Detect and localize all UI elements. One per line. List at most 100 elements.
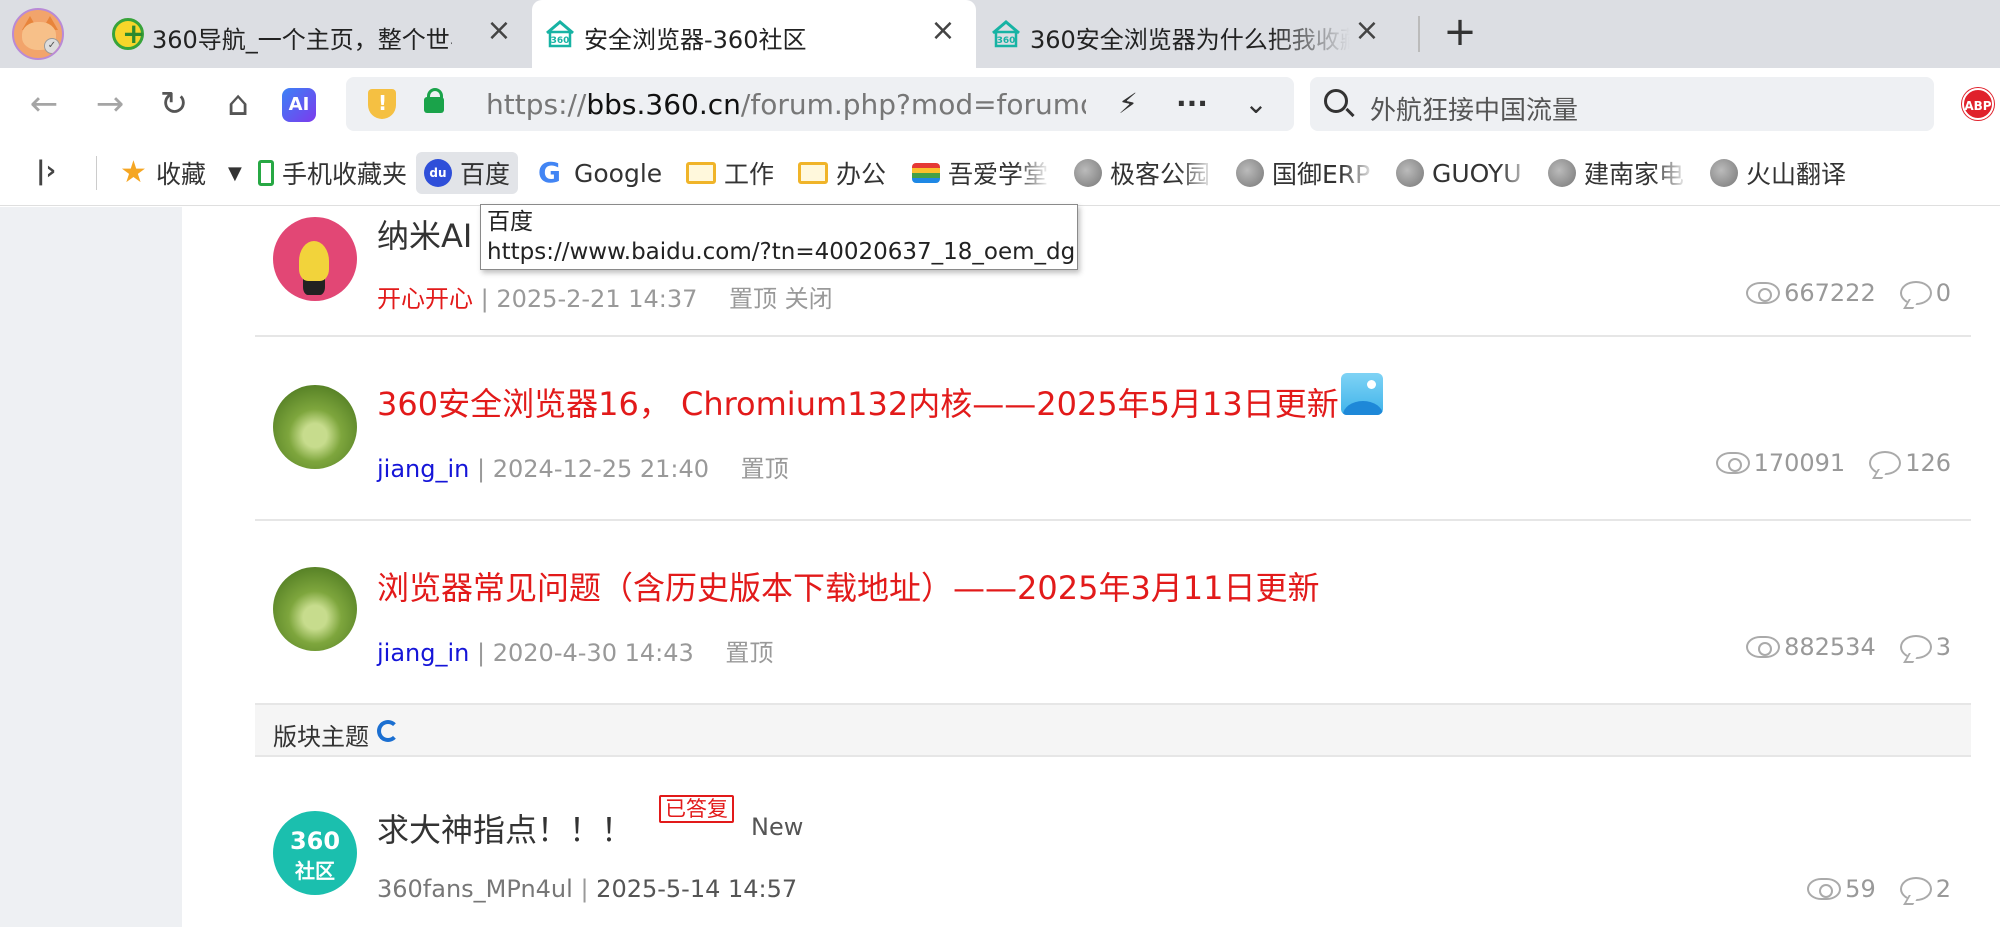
bookmarks-bar: |› ★ 收藏 ▼ 手机收藏夹 du 百度 G Google 工作 办公 吾爱学…: [0, 140, 2000, 206]
avatar[interactable]: [273, 567, 357, 651]
globe-icon: [1396, 159, 1424, 187]
reply-count: 2: [1935, 875, 1951, 903]
thread-row[interactable]: 浏览器常见问题（含历史版本下载地址）——2025年3月11日更新 jiang_i…: [255, 521, 1971, 703]
close-icon[interactable]: ×: [928, 16, 958, 46]
tooltip-title: 百度: [487, 209, 533, 235]
eye-icon: [1715, 452, 1750, 474]
bookmark-jiannan[interactable]: 建南家电: [1548, 152, 1688, 194]
refresh-icon[interactable]: [377, 720, 399, 742]
ai-assistant-button[interactable]: AI: [282, 88, 316, 122]
adblock-plus-icon[interactable]: ABP: [1962, 88, 1994, 120]
folder-icon: [686, 162, 716, 184]
more-icon[interactable]: ···: [1172, 85, 1212, 123]
eye-icon: [1746, 636, 1781, 658]
bookmark-guoyu-erp[interactable]: 国御ERP: [1236, 152, 1376, 194]
bookmark-label: 建南家电: [1584, 160, 1685, 189]
bookmark-geekpark[interactable]: 极客公园: [1074, 152, 1214, 194]
thread-stats: 59 2: [1807, 875, 1951, 903]
search-input[interactable]: 外航狂接中国流量: [1370, 90, 1578, 127]
new-tab-button[interactable]: +: [1440, 12, 1480, 52]
view-count: 59: [1845, 875, 1876, 903]
reload-button[interactable]: ↻: [154, 84, 194, 124]
thread-row[interactable]: 360 社区 求大神指点！！！ 已答复 New 360fans_MPn4ul |…: [255, 757, 1971, 927]
avatar[interactable]: [273, 385, 357, 469]
chevron-down-icon[interactable]: ⌄: [1236, 85, 1276, 123]
folder-icon: [798, 162, 828, 184]
url-text[interactable]: https://bbs.360.cn/forum.php?mod=forumdi: [486, 88, 1086, 121]
thread-stats: 170091 126: [1715, 449, 1951, 477]
url-path: /forum.php?mod=forumdi: [740, 88, 1086, 121]
address-bar[interactable]: https://bbs.360.cn/forum.php?mod=forumdi…: [346, 77, 1294, 131]
tab-360-browser-question[interactable]: 360 360安全浏览器为什么把我收藏 ×: [978, 0, 1388, 68]
bookmark-52pojie[interactable]: 吾爱学堂: [912, 152, 1050, 194]
bookmark-label: 百度: [460, 160, 511, 189]
avatar[interactable]: [273, 217, 357, 301]
bookmark-label: 办公: [836, 160, 887, 189]
tab-strip: ✓ 360导航_一个主页，整个世界 × 360 安全浏览器-360社区 × 36…: [0, 0, 2000, 68]
meta-separator: |: [580, 875, 589, 903]
post-date: 2024-12-25 21:40: [492, 455, 710, 483]
meta-separator: |: [477, 455, 486, 483]
google-icon: G: [538, 156, 561, 189]
author-link[interactable]: 开心开心: [377, 285, 473, 313]
comment-icon: [1899, 635, 1932, 659]
bookmark-guoyu[interactable]: GUOYU: [1396, 152, 1534, 194]
thread-meta: 360fans_MPn4ul | 2025-5-14 14:57: [377, 875, 797, 903]
thread-title[interactable]: 浏览器常见问题（含历史版本下载地址）——2025年3月11日更新: [377, 563, 1320, 609]
reply-count: 126: [1905, 449, 1951, 477]
avatar[interactable]: 360 社区: [273, 811, 357, 895]
thread-title[interactable]: 360安全浏览器16， Chromium132内核——2025年5月13日更新: [377, 379, 1339, 425]
answered-badge: 已答复: [659, 795, 734, 823]
thread-row[interactable]: 360安全浏览器16， Chromium132内核——2025年5月13日更新 …: [255, 337, 1971, 521]
bookmark-mobile-favorites[interactable]: 手机收藏夹: [258, 152, 407, 194]
bookmark-label: GUOYU: [1432, 158, 1522, 188]
tab-360-nav[interactable]: 360导航_一个主页，整个世界 ×: [100, 0, 528, 68]
thread-flags: 置顶: [740, 455, 789, 483]
lock-icon[interactable]: [424, 88, 444, 113]
close-icon[interactable]: ×: [484, 16, 514, 46]
bookmark-label: 手机收藏夹: [282, 160, 408, 189]
tab-title: 360导航_一个主页，整个世界: [152, 26, 452, 54]
forward-button[interactable]: →: [90, 84, 130, 124]
security-shield-icon[interactable]: [368, 89, 396, 119]
author-link[interactable]: jiang_in: [377, 639, 469, 667]
thread-meta: 开心开心 | 2025-2-21 14:37 置顶 关闭: [377, 279, 833, 314]
close-icon[interactable]: ×: [1352, 16, 1382, 46]
thread-title[interactable]: 纳米AI: [377, 211, 472, 257]
view-count: 170091: [1753, 449, 1846, 477]
bookmark-label: 极客公园: [1110, 160, 1211, 189]
tab-360-community[interactable]: 360 安全浏览器-360社区 ×: [532, 0, 976, 68]
back-button[interactable]: ←: [24, 84, 64, 124]
bookmark-label: 工作: [724, 160, 775, 189]
360-community-icon: 360: [546, 20, 574, 48]
eye-icon: [1746, 282, 1781, 304]
sidebar-toggle-icon[interactable]: |›: [36, 156, 66, 186]
360-community-icon: 360: [992, 20, 1020, 48]
bookmark-tooltip: 百度 https://www.baidu.com/?tn=40020637_18…: [480, 204, 1078, 270]
favorites-dropdown-icon[interactable]: ▼: [228, 152, 242, 194]
reply-count: 3: [1935, 633, 1951, 661]
avatar-text: 社区: [295, 859, 335, 883]
thread-title[interactable]: 求大神指点！！！: [377, 805, 633, 851]
360-nav-icon: [112, 17, 145, 50]
bookmark-label: 火山翻译: [1746, 160, 1847, 189]
tab-title: 360安全浏览器为什么把我收藏: [1030, 26, 1350, 54]
bookmark-folder-office[interactable]: 办公: [798, 152, 886, 194]
bookmark-favorites[interactable]: ★ 收藏: [120, 152, 206, 194]
profile-avatar[interactable]: ✓: [12, 8, 64, 60]
home-button[interactable]: ⌂: [218, 84, 258, 124]
author-link[interactable]: 360fans_MPn4ul: [377, 875, 573, 903]
lightning-icon[interactable]: ⚡: [1108, 85, 1148, 123]
image-attachment-icon: [1341, 373, 1383, 415]
bookmark-label: 吾爱学堂: [948, 160, 1049, 189]
author-link[interactable]: jiang_in: [377, 455, 469, 483]
bookmark-baidu[interactable]: du 百度: [416, 152, 519, 194]
tooltip-url: https://www.baidu.com/?tn=40020637_18_oe…: [487, 239, 1076, 265]
bookmark-folder-work[interactable]: 工作: [686, 152, 774, 194]
bookmark-google[interactable]: G Google: [538, 152, 662, 194]
bookmark-volcano-translate[interactable]: 火山翻译: [1710, 152, 1846, 194]
globe-icon: [1074, 159, 1102, 187]
search-box[interactable]: 外航狂接中国流量: [1310, 77, 1934, 131]
globe-icon: [1236, 159, 1264, 187]
globe-icon: [1710, 159, 1738, 187]
